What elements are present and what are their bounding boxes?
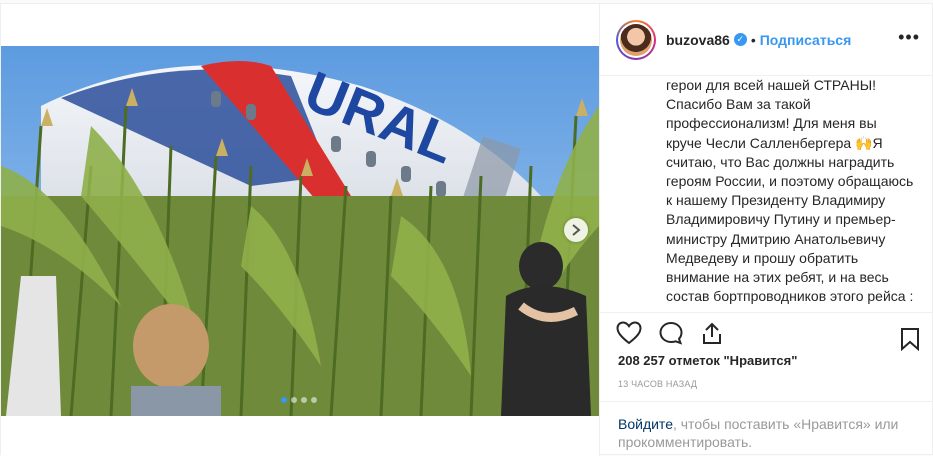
username-link[interactable]: buzova86 xyxy=(666,32,730,48)
carousel-dot xyxy=(311,397,317,403)
action-bar xyxy=(600,312,933,356)
carousel-dot xyxy=(281,397,287,403)
follow-button[interactable]: Подписаться xyxy=(760,32,852,48)
carousel-dot xyxy=(301,397,307,403)
post-photo[interactable]: URAL xyxy=(1,46,599,416)
post-timestamp[interactable]: 13 ЧАСОВ НАЗАД xyxy=(618,379,697,389)
post-media: URAL xyxy=(1,4,599,456)
login-link[interactable]: Войдите xyxy=(618,416,673,432)
instagram-post: URAL buzova86 ✓ • Подписаться ••• герои … xyxy=(0,3,933,456)
verified-badge-icon: ✓ xyxy=(733,33,747,46)
chevron-right-icon xyxy=(572,224,581,236)
post-sidebar: buzova86 ✓ • Подписаться ••• герои для в… xyxy=(599,4,933,456)
next-image-button[interactable] xyxy=(564,218,588,242)
avatar[interactable] xyxy=(616,19,656,60)
header-separator: • xyxy=(750,31,756,48)
more-options-icon[interactable]: ••• xyxy=(898,28,920,46)
carousel-dot xyxy=(291,397,297,403)
post-header: buzova86 ✓ • Подписаться ••• xyxy=(600,4,933,76)
post-caption: герои для всей нашей СТРАНЫ! Спасибо Вам… xyxy=(666,77,914,304)
login-prompt: Войдите, чтобы поставить «Нравится» или … xyxy=(600,401,933,456)
share-icon[interactable] xyxy=(700,321,724,345)
like-heart-icon[interactable] xyxy=(616,321,642,345)
likes-count[interactable]: 208 257 отметок "Нравится" xyxy=(618,353,797,368)
carousel-indicator xyxy=(281,397,317,403)
bookmark-icon[interactable] xyxy=(900,327,920,351)
comment-icon[interactable] xyxy=(658,321,684,345)
